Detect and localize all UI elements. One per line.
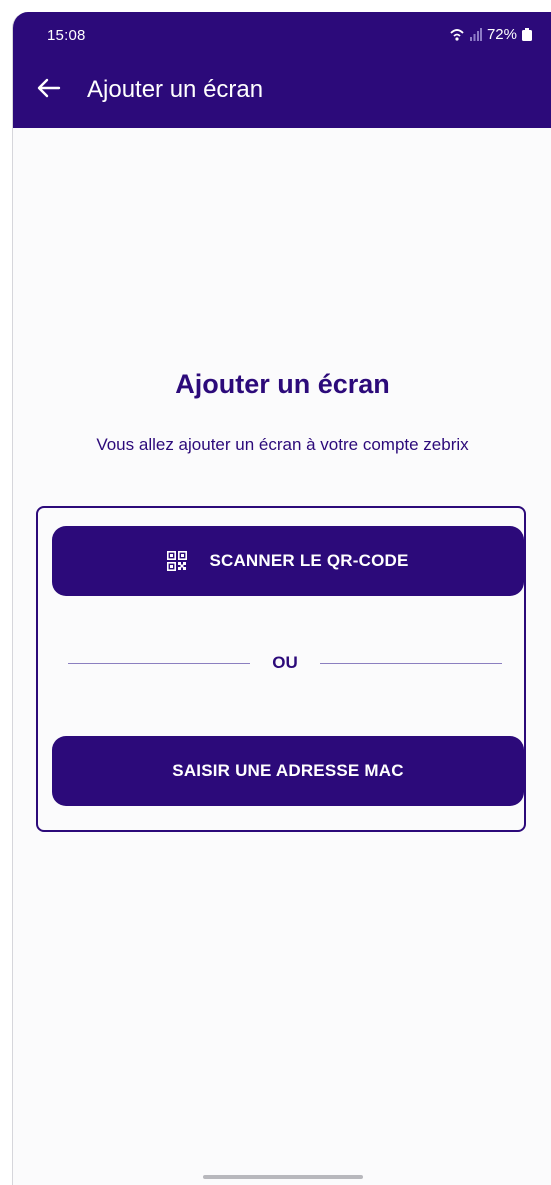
or-label: OU bbox=[272, 653, 298, 672]
back-button[interactable] bbox=[33, 74, 65, 106]
battery-icon bbox=[522, 28, 532, 41]
scan-qr-code-label: SCANNER LE QR-CODE bbox=[209, 551, 409, 570]
status-indicators: 72% bbox=[449, 26, 532, 43]
status-bar: 15:08 72% bbox=[13, 12, 551, 52]
battery-percent: 72% bbox=[486, 26, 517, 43]
wifi-calling-icon bbox=[449, 28, 465, 42]
divider-line-left bbox=[68, 662, 251, 664]
app-bar-title: Ajouter un écran bbox=[87, 76, 264, 103]
enter-mac-address-label: SAISIR UNE ADRESSE MAC bbox=[172, 761, 404, 780]
signal-icon bbox=[469, 28, 482, 41]
arrow-left-icon bbox=[37, 78, 61, 103]
page-heading: Ajouter un écran bbox=[175, 369, 390, 399]
screen: 15:08 72% Ajouter un écran Ajouter un éc… bbox=[12, 12, 551, 1185]
page-subtitle: Vous allez ajouter un écran à votre comp… bbox=[96, 435, 469, 454]
status-time: 15:08 bbox=[47, 27, 86, 44]
device-frame: 15:08 72% Ajouter un écran Ajouter un éc… bbox=[0, 0, 551, 1185]
gesture-navigation-handle[interactable] bbox=[203, 1175, 363, 1179]
qr-code-icon bbox=[167, 551, 188, 571]
scan-qr-code-button[interactable]: SCANNER LE QR-CODE bbox=[52, 526, 524, 596]
divider-line-right bbox=[319, 662, 502, 664]
app-bar: Ajouter un écran bbox=[13, 52, 551, 128]
enter-mac-address-button[interactable]: SAISIR UNE ADRESSE MAC bbox=[52, 736, 524, 806]
add-screen-options-card: SCANNER LE QR-CODE OU SAISIR UNE ADRESSE… bbox=[36, 506, 526, 832]
or-divider: OU bbox=[68, 648, 502, 678]
